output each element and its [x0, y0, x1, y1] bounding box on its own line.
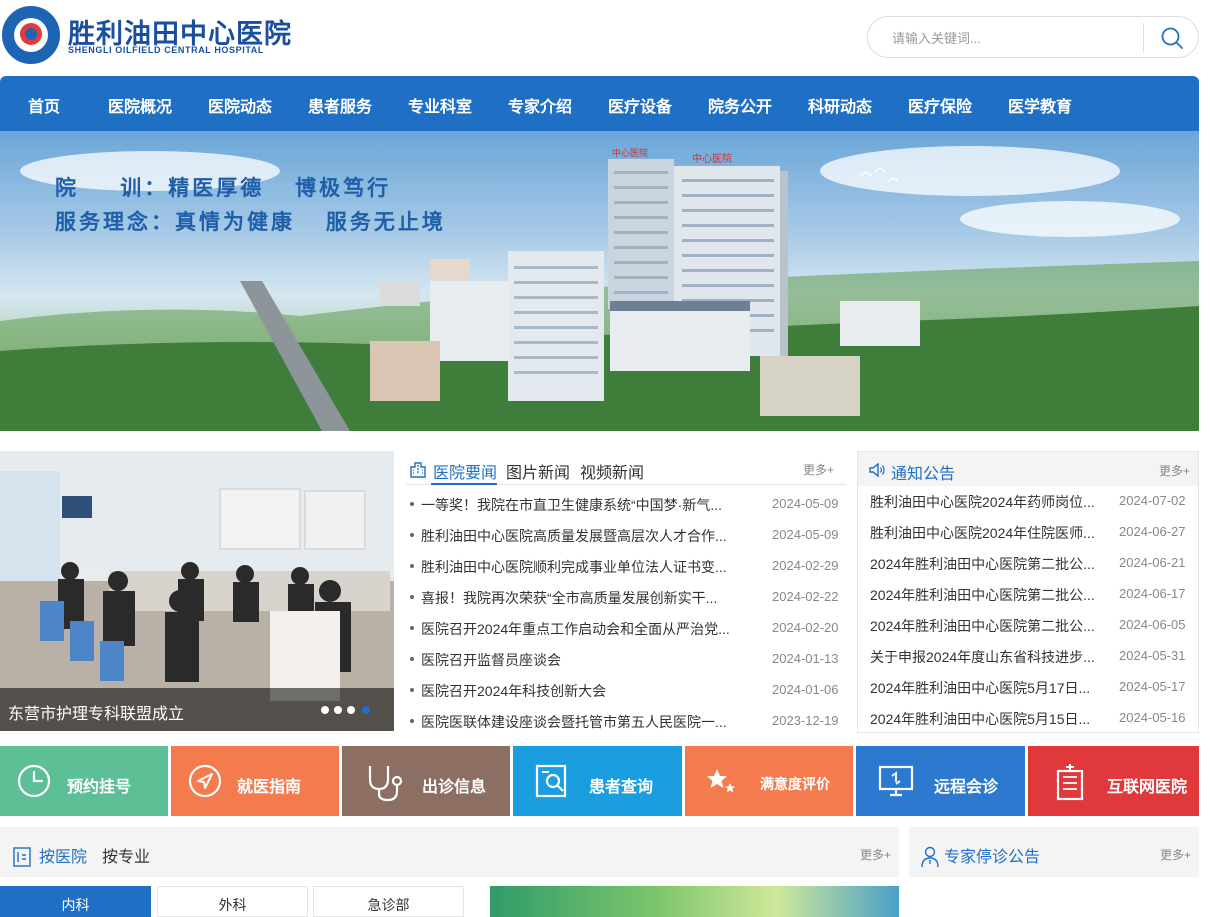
expert-suspension-header: 专家停诊公告 更多+	[909, 827, 1199, 877]
nav-item-experts[interactable]: 专家介绍	[508, 93, 572, 117]
search-document-icon	[535, 764, 567, 798]
clock-icon	[17, 764, 51, 798]
nav-item-education[interactable]: 医学教育	[1008, 93, 1072, 117]
tile-appointment[interactable]: 预约挂号	[0, 746, 168, 816]
header: 胜利油田中心医院 SHENGLI OILFIELD CENTRAL HOSPIT…	[0, 0, 1210, 76]
tab-by-specialty[interactable]: 按专业	[102, 843, 150, 867]
tile-appointment-label: 预约挂号	[67, 779, 132, 796]
banner-motto: 院 训：精医厚德 博极笃行	[55, 175, 392, 200]
nav-item-equipment[interactable]: 医疗设备	[608, 93, 672, 117]
notice-item[interactable]: 关于申报2024年度山东省科技进步... 2024-05-31	[858, 646, 1198, 666]
news-item[interactable]: 医院医联体建设座谈会暨托管市第五人民医院一... 2023-12-19	[406, 711, 846, 731]
news-item[interactable]: 胜利油田中心医院顺利完成事业单位法人证书变... 2024-02-29	[406, 556, 846, 576]
expert-suspension-title[interactable]: 专家停诊公告	[944, 843, 1040, 867]
hospital-name-english: SHENGLI OILFIELD CENTRAL HOSPITAL	[68, 45, 264, 55]
doctor-icon	[921, 846, 939, 868]
notice-header: 通知公告 更多+	[858, 452, 1198, 486]
news-item[interactable]: 医院召开监督员座谈会 2024-01-13	[406, 649, 846, 669]
news-item[interactable]: 喜报！我院再次荣获“全市高质量发展创新实干... 2024-02-22	[406, 587, 846, 607]
main-nav: 首页 医院概况 医院动态 患者服务 专业科室 专家介绍 医疗设备 院务公开 科研…	[0, 76, 1199, 131]
news-panel: 医院要闻 图片新闻 视频新闻 更多+ 一等奖！我院在市直卫生健康系统“中国梦·新…	[406, 451, 846, 731]
tile-guide[interactable]: 就医指南	[171, 746, 339, 816]
notice-item[interactable]: 2024年胜利油田中心医院第二批公... 2024-06-05	[858, 615, 1198, 635]
stethoscope-icon	[368, 766, 403, 802]
tile-satisfaction-label: 满意度评价	[760, 776, 830, 792]
hero-banner[interactable]: 中心医院 中心医院 院 训：精医厚德 博极笃行 服务理念：真情为健康 服务无止境	[0, 131, 1199, 431]
tile-remote-consultation-label: 远程会诊	[934, 779, 999, 796]
notice-item[interactable]: 2024年胜利油田中心医院5月15日... 2024-05-16	[858, 708, 1198, 728]
tab-hospital-news[interactable]: 医院要闻	[433, 459, 497, 483]
slider-dot[interactable]	[347, 706, 355, 714]
subtab-emergency[interactable]: 急诊部	[313, 886, 464, 917]
search-input[interactable]	[892, 27, 1132, 49]
search-box	[867, 16, 1199, 58]
navigation-icon	[188, 764, 222, 798]
monitor-icon	[878, 765, 914, 797]
department-section-header: 按医院 按专业 更多+	[0, 827, 899, 877]
nav-item-insurance[interactable]: 医疗保险	[908, 93, 972, 117]
notice-title[interactable]: 通知公告	[891, 460, 955, 484]
nav-item-home[interactable]: 首页	[28, 93, 60, 117]
tile-guide-label: 就医指南	[237, 779, 302, 796]
nav-item-patient-service[interactable]: 患者服务	[308, 93, 372, 117]
notice-more-link[interactable]: 更多+	[1159, 462, 1190, 479]
news-item[interactable]: 医院召开2024年科技创新大会 2024-01-06	[406, 680, 846, 700]
search-divider	[1143, 23, 1144, 53]
nav-item-overview[interactable]: 医院概况	[108, 93, 172, 117]
slider-dot[interactable]	[321, 706, 329, 714]
notice-item[interactable]: 胜利油田中心医院2024年住院医师... 2024-06-27	[858, 522, 1198, 542]
decorative-leaf-image	[490, 886, 899, 917]
nav-item-public-affairs[interactable]: 院务公开	[708, 93, 772, 117]
banner-service-concept: 服务理念：真情为健康 服务无止境	[55, 209, 446, 234]
building-sign-left: 中心医院	[612, 147, 648, 159]
slider-dot-active[interactable]	[362, 706, 370, 714]
tile-clinic-info-label: 出诊信息	[422, 779, 487, 796]
tile-patient-query[interactable]: 患者查询	[513, 746, 682, 816]
news-item[interactable]: 一等奖！我院在市直卫生健康系统“中国梦·新气... 2024-05-09	[406, 494, 846, 514]
building-icon	[410, 462, 426, 478]
subtab-surgery[interactable]: 外科	[157, 886, 308, 917]
notice-item[interactable]: 胜利油田中心医院2024年药师岗位... 2024-07-02	[858, 491, 1198, 511]
department-directory-icon	[13, 847, 31, 867]
news-more-link[interactable]: 更多+	[803, 461, 834, 478]
notice-item[interactable]: 2024年胜利油田中心医院5月17日... 2024-05-17	[858, 677, 1198, 697]
active-tab-indicator	[431, 483, 497, 485]
expert-more-link[interactable]: 更多+	[1160, 846, 1191, 863]
building-sign-right: 中心医院	[692, 152, 732, 165]
hospital-logo-icon[interactable]	[2, 6, 60, 64]
slider-caption[interactable]: 东营市护理专科联盟成立	[8, 700, 184, 724]
tab-photo-news[interactable]: 图片新闻	[506, 459, 570, 483]
notice-item[interactable]: 2024年胜利油田中心医院第二批公... 2024-06-17	[858, 584, 1198, 604]
nav-item-departments[interactable]: 专业科室	[408, 93, 472, 117]
news-photo-slider[interactable]: 东营市护理专科联盟成立	[0, 451, 394, 731]
tile-patient-query-label: 患者查询	[589, 779, 654, 796]
speaker-icon	[869, 462, 885, 478]
tile-internet-hospital-label: 互联网医院	[1107, 779, 1188, 796]
search-icon[interactable]	[1160, 26, 1184, 50]
notice-item[interactable]: 2024年胜利油田中心医院第二批公... 2024-06-21	[858, 553, 1198, 573]
hospital-building-icon	[1056, 764, 1084, 801]
tab-by-hospital[interactable]: 按医院	[39, 843, 87, 867]
department-more-link[interactable]: 更多+	[860, 846, 891, 863]
nav-item-news[interactable]: 医院动态	[208, 93, 272, 117]
nav-item-research[interactable]: 科研动态	[808, 93, 872, 117]
stars-icon	[707, 769, 735, 793]
tile-satisfaction[interactable]: 满意度评价	[685, 746, 853, 816]
news-item[interactable]: 医院召开2024年重点工作启动会和全面从严治党... 2024-02-20	[406, 618, 846, 638]
tile-clinic-info[interactable]: 出诊信息	[342, 746, 510, 816]
slider-dot[interactable]	[334, 706, 342, 714]
news-tabs: 医院要闻 图片新闻 视频新闻 更多+	[406, 451, 846, 485]
tab-video-news[interactable]: 视频新闻	[580, 459, 644, 483]
subtab-internal-medicine[interactable]: 内科	[0, 886, 151, 917]
notice-panel: 通知公告 更多+ 胜利油田中心医院2024年药师岗位... 2024-07-02 …	[857, 451, 1199, 733]
tile-remote-consultation[interactable]: 远程会诊	[856, 746, 1025, 816]
tile-internet-hospital[interactable]: 互联网医院	[1028, 746, 1199, 816]
news-item[interactable]: 胜利油田中心医院高质量发展暨高层次人才合作... 2024-05-09	[406, 525, 846, 545]
